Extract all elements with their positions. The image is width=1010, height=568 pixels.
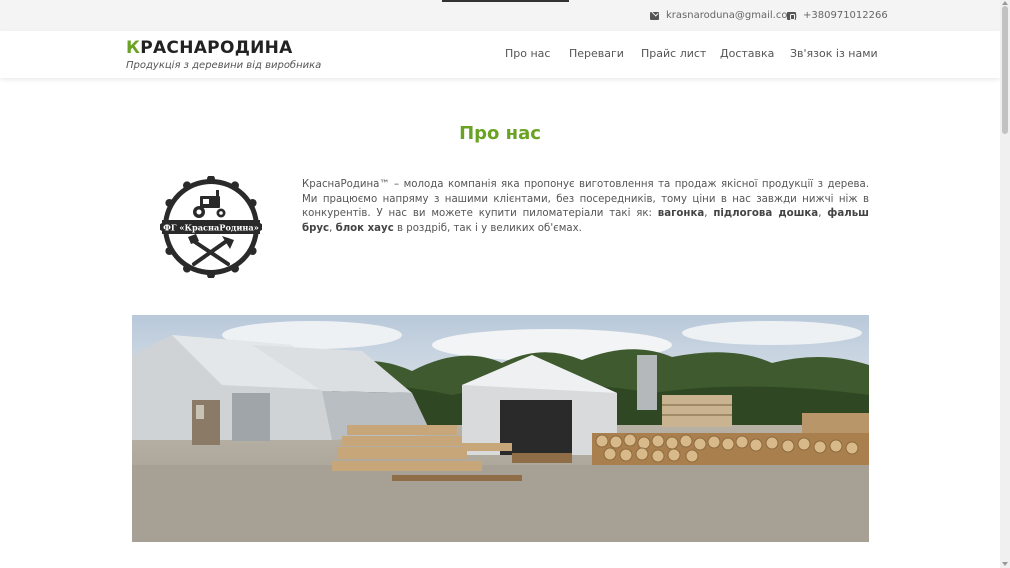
product-block-house: блок хаус bbox=[335, 222, 394, 234]
sawmill-photo bbox=[132, 315, 869, 542]
product-floor-board: підлогова дошка bbox=[713, 208, 819, 219]
nav-item-delivery[interactable]: Доставка bbox=[720, 47, 774, 60]
top-indicator bbox=[442, 0, 569, 2]
product-wagonka: вагонка bbox=[657, 208, 705, 219]
about-text: КраснаРодина™ – молода компанія яка проп… bbox=[302, 179, 869, 234]
email-text[interactable]: krasnaroduna@gmail.com bbox=[666, 10, 797, 21]
scroll-up-arrow[interactable] bbox=[1002, 1, 1008, 5]
brand-tagline: Продукція з деревини від виробника bbox=[126, 60, 322, 71]
brand-logo[interactable]: КРАСНАРОДИНА Продукція з деревини від ви… bbox=[126, 38, 321, 71]
top-bar: krasnaroduna@gmail.com +380971012266 bbox=[0, 0, 1000, 31]
company-seal-graphic: ФГ «КраснаРодина» bbox=[159, 175, 263, 279]
sawmill-photo-graphic bbox=[132, 315, 869, 542]
envelope-icon bbox=[650, 11, 659, 20]
nav-item-advantages[interactable]: Переваги bbox=[569, 47, 624, 60]
nav-item-contact[interactable]: Зв'язок із нами bbox=[790, 47, 878, 60]
seal-text: ФГ «КраснаРодина» bbox=[163, 223, 259, 233]
brand-name-first: К bbox=[126, 38, 141, 58]
nav-item-price-list[interactable]: Прайс лист bbox=[641, 47, 706, 60]
scrollbar-thumb[interactable] bbox=[1002, 6, 1008, 134]
scroll-down-arrow[interactable] bbox=[1002, 562, 1008, 566]
phone-icon bbox=[787, 11, 796, 20]
company-seal: ФГ «КраснаРодина» bbox=[159, 175, 263, 279]
about-outro: в роздріб, так і у великих об'ємах. bbox=[393, 222, 582, 234]
top-phone[interactable]: +380971012266 bbox=[787, 10, 888, 21]
site-header: КРАСНАРОДИНА Продукція з деревини від ви… bbox=[0, 31, 1000, 78]
nav-item-about[interactable]: Про нас bbox=[505, 47, 550, 60]
brand-name-rest: РАСНАРОДИНА bbox=[140, 38, 293, 58]
brand-name[interactable]: КРАСНАРОДИНА bbox=[126, 38, 321, 58]
section-title: Про нас bbox=[459, 123, 541, 144]
top-email[interactable]: krasnaroduna@gmail.com bbox=[650, 10, 797, 21]
phone-text[interactable]: +380971012266 bbox=[803, 10, 888, 21]
